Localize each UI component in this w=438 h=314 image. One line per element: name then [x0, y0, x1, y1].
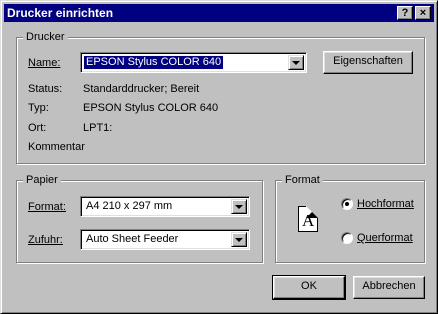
paper-feed-value: Auto Sheet Feeder [86, 233, 179, 245]
printer-name-dropdown-arrow-icon[interactable] [288, 55, 304, 70]
paper-format-value: A4 210 x 297 mm [86, 200, 173, 212]
location-label: Ort: [28, 122, 47, 134]
paper-group-legend: Papier [23, 173, 61, 187]
ok-button[interactable]: OK [272, 275, 346, 300]
status-label: Status: [28, 83, 63, 95]
printer-group-legend: Drucker [23, 30, 68, 44]
help-button[interactable]: ? [397, 6, 413, 20]
cancel-button[interactable]: Abbrechen [353, 276, 425, 299]
close-button[interactable]: × [415, 6, 431, 20]
printer-name-label: Name: [28, 56, 60, 70]
status-value: Standarddrucker; Bereit [83, 83, 200, 95]
landscape-label[interactable]: Querformat [357, 231, 413, 245]
paper-group: Papier [16, 173, 263, 263]
paper-feed-combo[interactable]: Auto Sheet Feeder [80, 229, 250, 250]
comment-label: Kommentar [28, 141, 85, 153]
paper-format-combo[interactable]: A4 210 x 297 mm [80, 196, 250, 217]
portrait-radio[interactable] [341, 198, 353, 210]
paper-feed-dropdown-arrow-icon[interactable] [231, 232, 247, 247]
paper-format-label: Format: [28, 200, 66, 214]
properties-button[interactable]: Eigenschaften [323, 51, 413, 74]
paper-feed-label: Zufuhr: [28, 233, 63, 247]
title-bar: Drucker einrichten ? × [4, 4, 434, 22]
location-value: LPT1: [83, 122, 113, 134]
print-setup-dialog: Drucker einrichten ? × Drucker Name: EPS… [0, 0, 438, 314]
landscape-radio[interactable] [341, 232, 353, 244]
paper-format-dropdown-arrow-icon[interactable] [231, 199, 247, 214]
type-label: Typ: [28, 102, 49, 114]
orientation-group-legend: Format [282, 173, 323, 187]
landscape-label-text: Querformat [357, 232, 413, 244]
printer-name-value: EPSON Stylus COLOR 640 [82, 55, 225, 70]
printer-name-combo[interactable]: EPSON Stylus COLOR 640 [80, 52, 307, 73]
window-title: Drucker einrichten [7, 6, 114, 20]
printer-name-label-text: Name: [28, 57, 61, 69]
portrait-label-text: Hochformat [357, 198, 414, 210]
paper-feed-label-text: Zufuhr: [28, 234, 63, 246]
type-value: EPSON Stylus COLOR 640 [83, 102, 219, 114]
portrait-label[interactable]: Hochformat [357, 197, 414, 211]
page-icon-letter: A [302, 211, 315, 230]
paper-format-label-text: Format: [28, 201, 66, 213]
portrait-page-icon: A [298, 206, 318, 232]
